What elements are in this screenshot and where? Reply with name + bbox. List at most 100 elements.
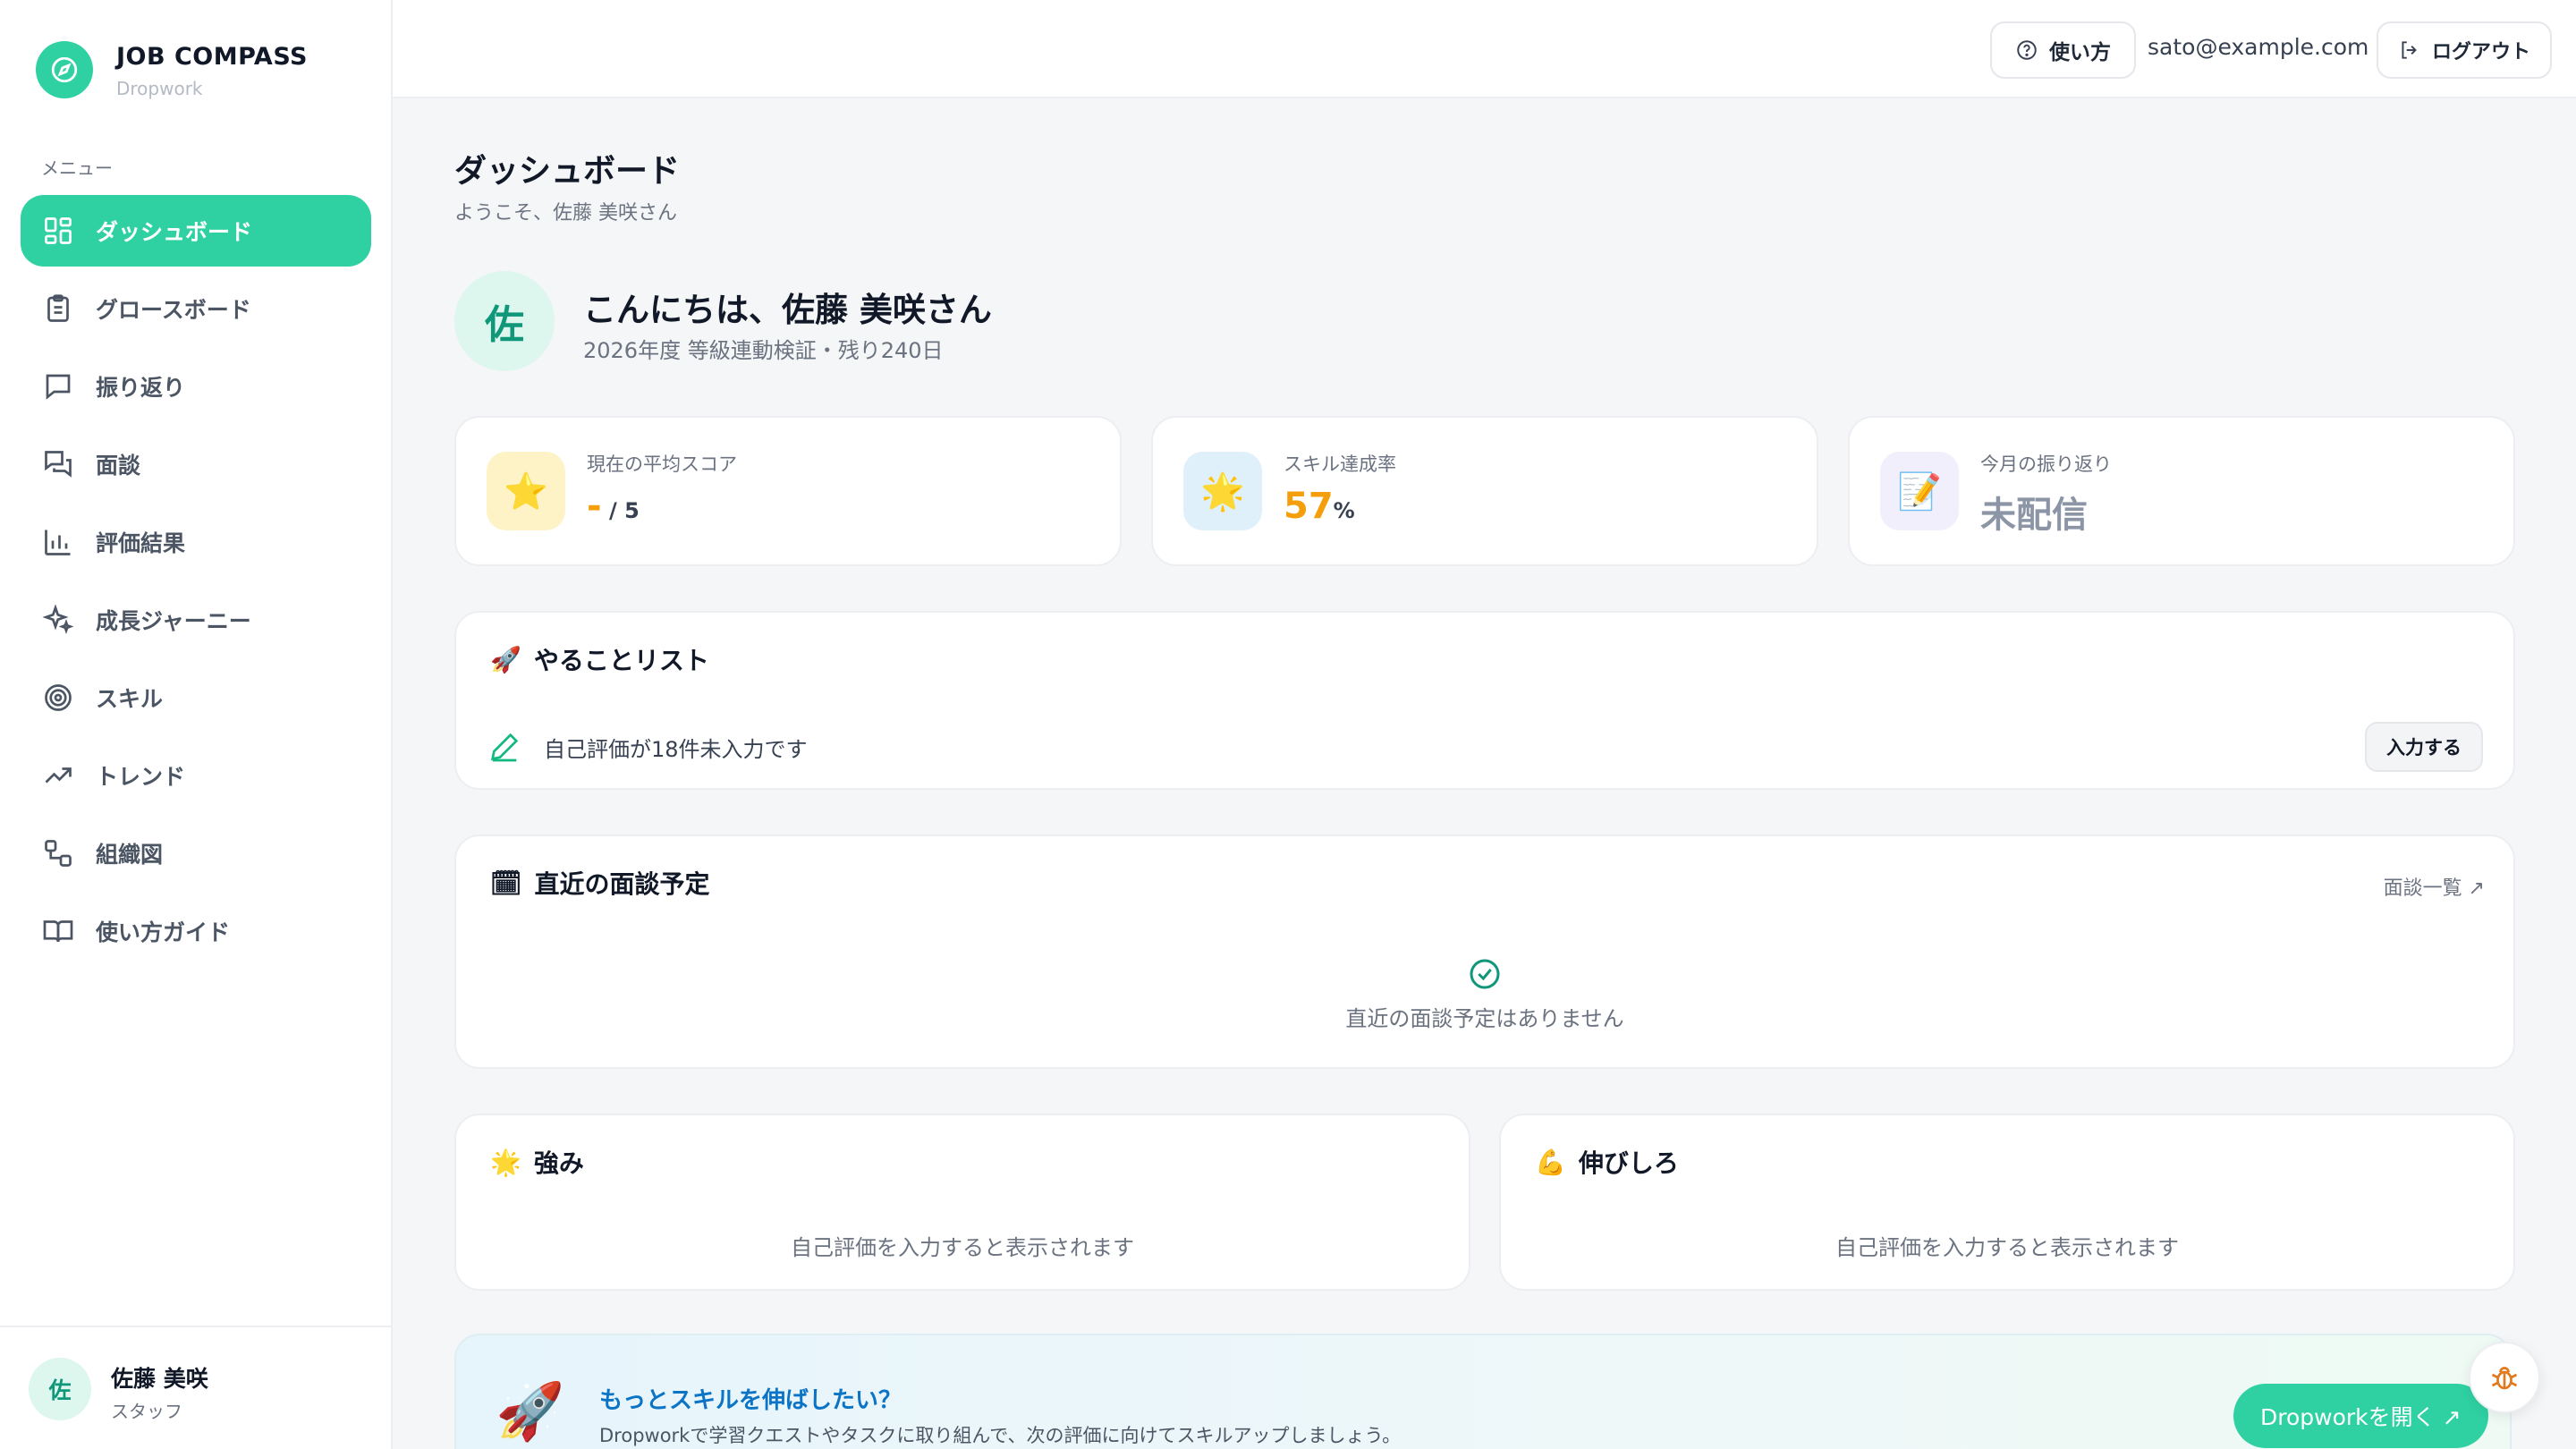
todo-title: 🚀 やることリスト bbox=[490, 641, 709, 677]
stat-label: スキル達成率 bbox=[1284, 453, 1396, 475]
sidebar-item-trend[interactable]: トレンド bbox=[21, 740, 371, 811]
bug-icon bbox=[2491, 1367, 2518, 1390]
grid-icon bbox=[45, 217, 72, 244]
sidebar-item-label: ダッシュボード bbox=[96, 219, 253, 245]
sidebar-item-label: スキル bbox=[96, 686, 164, 712]
interview-list-link[interactable]: 面談一覧 ↗ bbox=[2384, 872, 2485, 901]
sidebar-item-journey[interactable]: 成長ジャーニー bbox=[21, 584, 371, 656]
sidebar-item-growth-board[interactable]: グロースボード bbox=[21, 273, 371, 344]
user-email: sato@example.com bbox=[2148, 34, 2369, 60]
growth-title-text: 伸びしろ bbox=[1578, 1148, 1679, 1178]
brand[interactable]: JOB COMPASS Dropwork bbox=[36, 41, 308, 99]
stat-number: 未配信 bbox=[1980, 495, 2088, 536]
interviews-card: 🗓 直近の面談予定 面談一覧 ↗ 直近の面談予定はありません bbox=[454, 835, 2515, 1069]
sidebar-item-evaluation[interactable]: 評価結果 bbox=[21, 506, 371, 578]
chat-icon bbox=[46, 374, 71, 400]
strengths-title-text: 強み bbox=[533, 1148, 584, 1178]
sidebar-item-label: 成長ジャーニー bbox=[96, 608, 251, 634]
stat-unit: / 5 bbox=[601, 498, 640, 523]
todo-text: 自己評価が18件未入力です bbox=[544, 736, 808, 762]
sidebar-item-label: 使い方ガイド bbox=[96, 919, 231, 945]
interviews-title-text: 直近の面談予定 bbox=[534, 869, 710, 899]
sparkles-icon bbox=[42, 604, 74, 634]
growth-empty: 自己評価を入力すると表示されます bbox=[1835, 1235, 2179, 1260]
help-label: 使い方 bbox=[2049, 41, 2111, 64]
bug-report-button[interactable] bbox=[2469, 1342, 2540, 1413]
clipboard-icon bbox=[47, 294, 69, 322]
flexed-biceps-icon: 💪 bbox=[1535, 1147, 1566, 1177]
logout-icon bbox=[2402, 41, 2417, 59]
top-bar: 使い方 sato@example.com ログアウト bbox=[393, 0, 2576, 98]
sidebar-item-guide[interactable]: 使い方ガイド bbox=[21, 895, 371, 967]
pencil-icon bbox=[490, 733, 519, 762]
sidebar-nav: ダッシュボード グロースボード 振り返り 面談 評価結果 成長ジャーニー スキル bbox=[21, 195, 371, 973]
todo-item: 自己評価が18件未入力です 入力する bbox=[487, 720, 2483, 774]
stat-label: 今月の振り返り bbox=[1980, 453, 2112, 475]
strengths-title: 🌟 強み bbox=[490, 1144, 584, 1180]
avatar: 佐 bbox=[29, 1358, 91, 1420]
greeting-title: こんにちは、佐藤 美咲さん bbox=[583, 291, 992, 329]
chats-icon bbox=[45, 451, 72, 478]
logout-label: ログアウト bbox=[2432, 41, 2531, 64]
memo-icon: 📝 bbox=[1880, 452, 1959, 530]
strengths-card: 🌟 強み 自己評価を入力すると表示されます bbox=[454, 1114, 1470, 1291]
book-icon bbox=[43, 920, 73, 943]
interviews-empty: 直近の面談予定はありません bbox=[1345, 1006, 1624, 1031]
stat-card-monthly-reflection: 📝 今月の振り返り 未配信 bbox=[1848, 416, 2515, 566]
compass-icon bbox=[36, 41, 93, 98]
sparkle-star-icon: 🌟 bbox=[1183, 452, 1262, 530]
growth-title: 💪 伸びしろ bbox=[1535, 1144, 1679, 1180]
brand-title: JOB COMPASS bbox=[116, 43, 308, 71]
check-circle-icon bbox=[1470, 959, 1500, 989]
help-button[interactable]: 使い方 bbox=[1990, 21, 2136, 79]
menu-caption: メニュー bbox=[41, 157, 113, 179]
sidebar-item-label: トレンド bbox=[96, 764, 186, 790]
promo-text: Dropworkで学習クエストやタスクに取り組んで、次の評価に向けてスキルアップ… bbox=[599, 1425, 1402, 1446]
sidebar-item-label: 評価結果 bbox=[96, 530, 186, 556]
sidebar-item-skills[interactable]: スキル bbox=[21, 662, 371, 733]
promo-title: もっとスキルを伸ばしたい？ bbox=[599, 1387, 902, 1414]
logout-button[interactable]: ログアウト bbox=[2377, 21, 2553, 79]
page-subtitle: ようこそ、佐藤 美咲さん bbox=[454, 202, 677, 225]
help-circle-icon bbox=[2017, 40, 2037, 60]
user-name: 佐藤 美咲 bbox=[111, 1366, 208, 1392]
sidebar-item-label: 組織図 bbox=[96, 842, 164, 868]
sidebar-item-org-chart[interactable]: 組織図 bbox=[21, 818, 371, 889]
todo-card: 🚀 やることリスト 自己評価が18件未入力です 入力する bbox=[454, 611, 2515, 790]
sidebar: JOB COMPASS Dropwork メニュー ダッシュボード グロースボー… bbox=[0, 0, 393, 1449]
sidebar-item-label: 振り返り bbox=[96, 375, 186, 401]
target-icon bbox=[45, 684, 72, 711]
user-profile[interactable]: 佐 佐藤 美咲 スタッフ bbox=[0, 1326, 391, 1449]
sidebar-item-label: グロースボード bbox=[96, 297, 251, 323]
sidebar-item-label: 面談 bbox=[96, 453, 141, 479]
glowing-star-icon: 🌟 bbox=[490, 1147, 521, 1177]
sidebar-item-reflection[interactable]: 振り返り bbox=[21, 351, 371, 422]
rocket-icon: 🚀 bbox=[490, 644, 521, 674]
open-dropwork-button[interactable]: Dropworkを開く ↗ bbox=[2233, 1384, 2488, 1448]
stat-card-skill-rate: 🌟 スキル達成率 57% bbox=[1151, 416, 1818, 566]
stat-value: 未配信 bbox=[1980, 486, 2088, 538]
input-now-button[interactable]: 入力する bbox=[2365, 722, 2483, 772]
greeting-subtitle: 2026年度 等級連動検証・残り240日 bbox=[583, 338, 944, 363]
calendar-icon: 🗓 bbox=[490, 868, 522, 898]
sidebar-item-dashboard[interactable]: ダッシュボード bbox=[21, 195, 371, 267]
stat-number: 57 bbox=[1284, 486, 1334, 527]
stat-number: - bbox=[587, 486, 602, 527]
growth-card: 💪 伸びしろ 自己評価を入力すると表示されます bbox=[1499, 1114, 2515, 1291]
stat-label: 現在の平均スコア bbox=[587, 453, 737, 475]
rocket-icon: 🚀 bbox=[496, 1378, 565, 1444]
sidebar-item-interview[interactable]: 面談 bbox=[21, 428, 371, 500]
bar-chart-icon bbox=[45, 530, 71, 555]
stat-value: - / 5 bbox=[587, 486, 640, 527]
trend-icon bbox=[45, 767, 72, 784]
dropwork-promo-banner: 🚀 もっとスキルを伸ばしたい？ Dropworkで学習クエストやタスクに取り組ん… bbox=[454, 1334, 2512, 1449]
check-circle-wrap bbox=[456, 956, 2513, 992]
brand-subtitle: Dropwork bbox=[116, 78, 203, 99]
stat-unit: % bbox=[1333, 498, 1355, 523]
page-title: ダッシュボード bbox=[454, 153, 681, 190]
todo-title-text: やることリスト bbox=[533, 646, 709, 675]
user-role: スタッフ bbox=[111, 1401, 182, 1422]
stat-card-average-score: ⭐ 現在の平均スコア - / 5 bbox=[454, 416, 1122, 566]
avatar: 佐 bbox=[454, 271, 555, 371]
strengths-empty: 自己評価を入力すると表示されます bbox=[791, 1235, 1134, 1260]
